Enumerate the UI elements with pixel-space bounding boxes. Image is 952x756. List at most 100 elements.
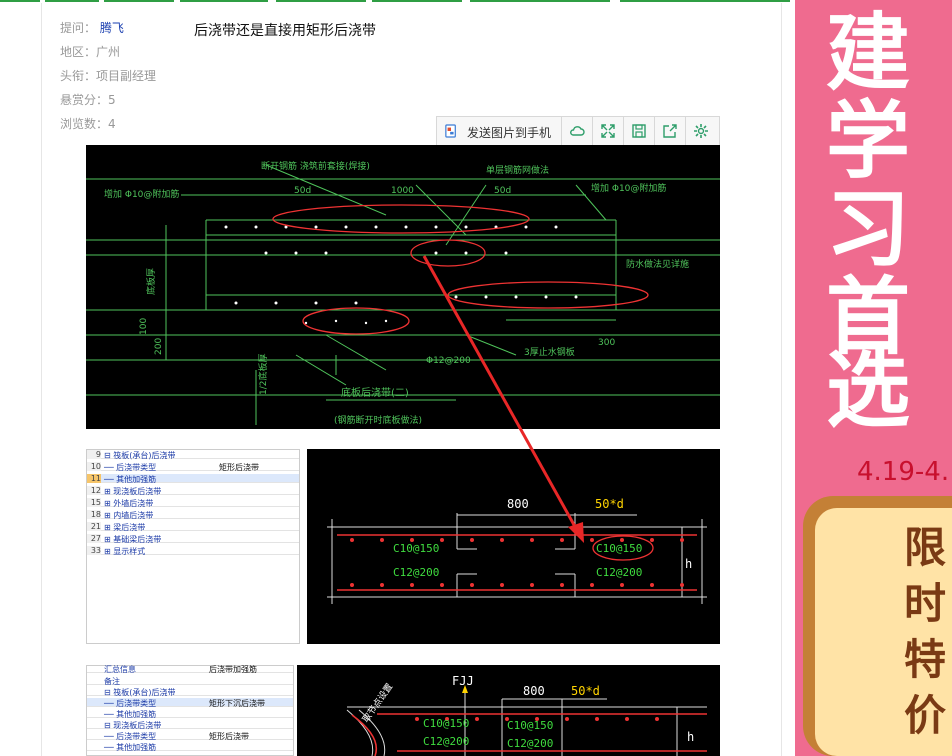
region-value: 广州 [96, 45, 121, 59]
cloud-button[interactable] [561, 117, 593, 145]
asker-label: 提问： [60, 21, 97, 35]
drawing2-label-c12-left: C12@200 [393, 566, 439, 579]
drawing1-label-1000: 1000 [391, 186, 414, 196]
views-label: 浏览数： [60, 117, 109, 131]
reward-value: 5 [108, 93, 116, 107]
settings-icon [694, 124, 708, 138]
drawing3-label-c12-left: C12@200 [423, 735, 469, 748]
table1-row-label[interactable]: ── 后浇带类型 [104, 462, 156, 473]
cad-drawing-3-canvas: FJJ 800 C10@150 C12@200 C10@150 C12@200 … [346, 674, 707, 756]
table1-row-label[interactable]: ⊞ 外墙后浇带 [104, 498, 153, 509]
drawing3-label-800: 800 [523, 684, 545, 698]
share-icon [663, 124, 677, 138]
table2-row-label[interactable]: ⊟ 筏板(承台)后浇带 [104, 687, 176, 698]
drawing3-label-c10-left: C10@150 [423, 717, 469, 730]
drawing2-label-50d: 50*d [595, 497, 624, 511]
drawing1-label-thickness: 底板厚 [145, 268, 157, 295]
region-label: 地区： [60, 45, 97, 59]
ad-date: 4.19-4. [857, 457, 950, 487]
table1-row-num: 18 [87, 510, 101, 519]
table1-row-num: 33 [87, 546, 101, 555]
job-title-row: 头衔：项目副经理 [60, 67, 156, 84]
share-button[interactable] [654, 117, 686, 145]
table2-row-label[interactable]: 备注 [104, 676, 120, 687]
question-title: 后浇带还是直接用矩形后浇带 [194, 23, 376, 39]
settings-button[interactable] [685, 117, 716, 145]
table1-row-label[interactable]: ⊟ 筏板(承台)后浇带 [104, 450, 176, 461]
drawing1-label-50d-right: 50d [494, 186, 511, 196]
table1-row-num: 21 [87, 522, 101, 531]
drawing1-label-top: 断开钢筋 浇筑前套接(焊接) [261, 160, 370, 172]
table1-row-label[interactable]: ⊞ 内墙后浇带 [104, 510, 153, 521]
drawing1-label-waterproof: 防水做法见详施 [626, 258, 689, 270]
ad-headline-char: 选 [825, 341, 910, 439]
ad-sale-char: 特 [903, 635, 946, 684]
save-icon [632, 124, 646, 138]
table2-row-label[interactable]: ── 其他加强筋 [104, 742, 156, 753]
drawing3-label-node: 取节点设置 [360, 682, 395, 725]
table1-row-num: 15 [87, 498, 101, 507]
table2-row-value: 后浇带加强筋 [209, 665, 257, 674]
drawing2-label-h: h [685, 557, 692, 571]
reward-row: 悬赏分：5 [60, 91, 116, 108]
table2-row-label[interactable]: ── 后浇带类型 [104, 731, 156, 742]
asker-row: 提问： 腾飞 [60, 19, 124, 36]
drawing2-label-c12-right: C12@200 [596, 566, 642, 579]
table1-row-num: 9 [87, 450, 101, 459]
drawing1-label-50d-left: 50d [294, 186, 311, 196]
cad-drawing-1-canvas: 断开钢筋 浇筑前套接(焊接) 单层钢筋网做法 增加 Φ10@附加筋 50d 10… [86, 160, 720, 426]
table1-row-label[interactable]: ⊞ 显示样式 [104, 546, 145, 557]
job-label: 头衔： [60, 69, 97, 83]
ad-sale-char: 限 [903, 523, 946, 572]
table1-row-label[interactable]: ⊞ 梁后浇带 [104, 522, 145, 533]
ad-headline-char: 建 [825, 4, 910, 102]
side-advertisement[interactable]: 建 学 习 首 选 4.19-4. 限 时 特 价 [795, 0, 952, 756]
drawing1-label-200: 200 [154, 338, 164, 355]
drawing3-label-h: h [687, 730, 694, 744]
table2-row-value: 矩形后浇带 [209, 732, 249, 741]
views-row: 浏览数：4 [60, 115, 116, 132]
send-to-phone-button[interactable]: 发送图片到手机 [437, 117, 562, 145]
table1-row-label[interactable]: ── 其他加强筋 [104, 474, 156, 485]
drawing1-label-subtitle: (钢筋断开时底板做法) [334, 414, 422, 426]
drawing2-label-800: 800 [507, 497, 529, 511]
ad-headline-char: 学 [825, 92, 910, 190]
expand-icon [601, 124, 615, 138]
table1-row-label[interactable]: ⊞ 现浇板后浇带 [104, 486, 161, 497]
drawing1-label-phi12: Φ12@200 [426, 356, 471, 366]
table2-row-label[interactable]: ── 后浇带类型 [104, 698, 156, 709]
send-to-phone-label: 发送图片到手机 [467, 126, 552, 140]
save-button[interactable] [623, 117, 655, 145]
cad-drawing-2-canvas: 800 C10@150 C12@200 C10@150 C12@200 h 50… [327, 497, 707, 604]
drawing3-label-c10-right: C10@150 [507, 719, 553, 732]
cad-drawing-image-2[interactable]: 800 C10@150 C12@200 C10@150 C12@200 h 50… [307, 449, 720, 644]
cloud-icon [570, 126, 585, 136]
table1-row-num: 27 [87, 534, 101, 543]
table1-row-num: 11 [87, 474, 101, 483]
table2-row-label[interactable]: ⊟ 现浇板后浇带 [104, 720, 161, 731]
table1-row-value: 矩形后浇带 [219, 463, 259, 472]
ad-sale-char: 价 [903, 691, 946, 740]
drawing2-label-c10-left: C10@150 [393, 542, 439, 555]
region-row: 地区：广州 [60, 43, 120, 60]
drawing1-label-300: 300 [598, 338, 615, 348]
table1-row-label[interactable]: ⊞ 基础梁后浇带 [104, 534, 161, 545]
drawing1-label-title: 底板后浇带(二) [341, 386, 409, 399]
drawing2-label-c10-right: C10@150 [596, 542, 642, 555]
ad-sale-char: 时 [903, 579, 946, 628]
cad-drawing-image-3[interactable]: FJJ 800 C10@150 C12@200 C10@150 C12@200 … [297, 665, 720, 756]
property-table-2: 汇总信息 后浇带加强筋 备注 ⊟ 筏板(承台)后浇带 ── 后浇带类型 矩形下沉后浇… [86, 665, 294, 756]
asker-name-link[interactable]: 腾飞 [100, 21, 124, 35]
drawing1-label-steel-plate: 3厚止水钢板 [524, 346, 575, 358]
table1-row-num: 10 [87, 462, 101, 471]
table2-row-label[interactable]: ── 其他加强筋 [104, 709, 156, 720]
expand-button[interactable] [592, 117, 624, 145]
ad-headline-char: 习 [825, 180, 910, 278]
drawing3-label-fjj: FJJ [452, 674, 474, 688]
table2-row-value[interactable]: 矩形下沉后浇带 [209, 698, 265, 709]
cad-drawing-image-1[interactable]: 断开钢筋 浇筑前套接(焊接) 单层钢筋网做法 增加 Φ10@附加筋 50d 10… [86, 145, 720, 429]
table2-row-label[interactable]: 汇总信息 [104, 664, 136, 675]
drawing3-label-c12-right: C12@200 [507, 737, 553, 750]
drawing1-label-addrebar-left: 增加 Φ10@附加筋 [104, 188, 179, 200]
drawing1-label-100: 100 [139, 318, 149, 335]
